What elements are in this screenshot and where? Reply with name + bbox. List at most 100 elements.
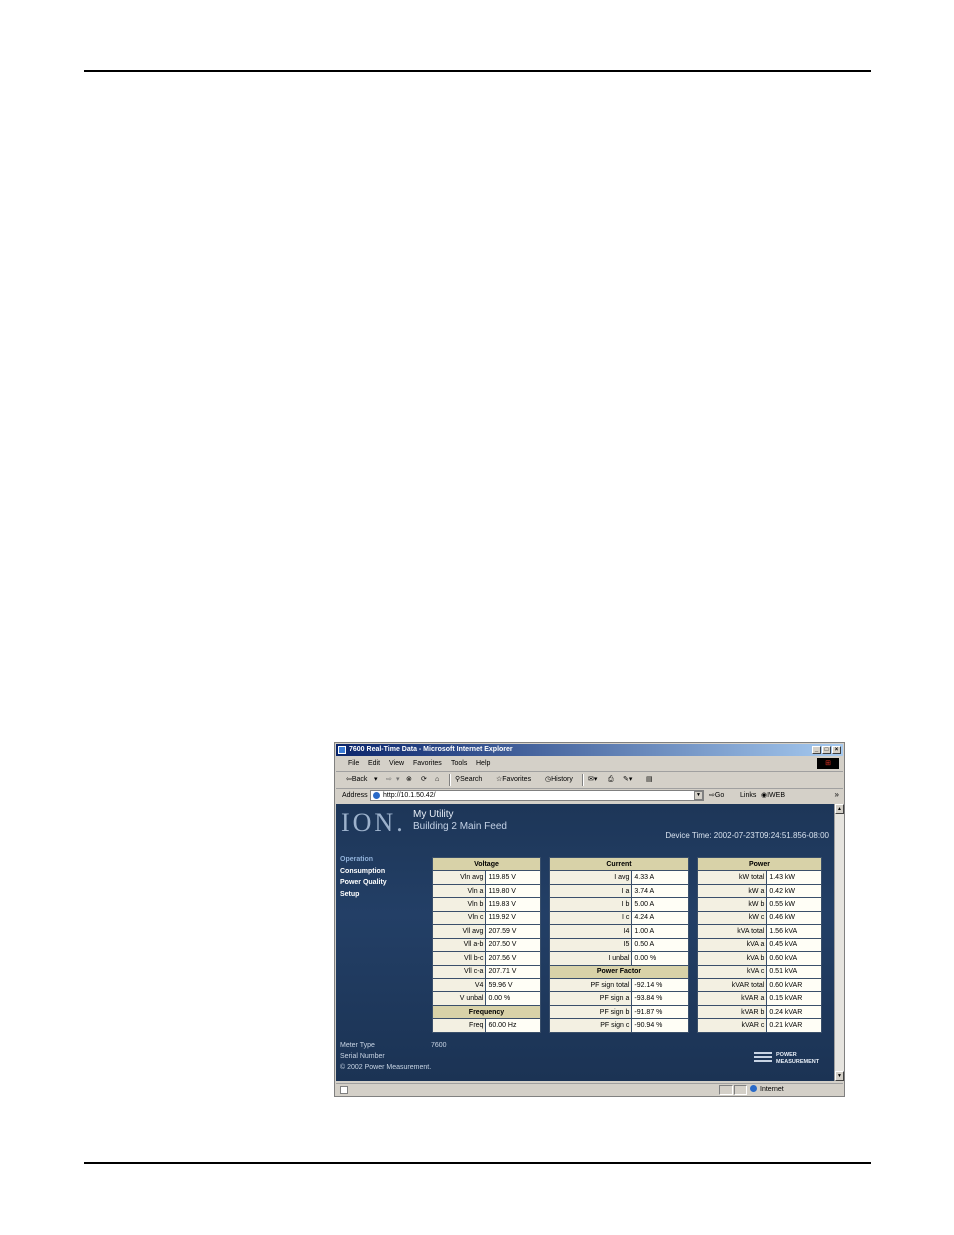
row-label: PF sign b bbox=[548, 1004, 633, 1020]
address-dropdown-icon[interactable]: ▼ bbox=[694, 791, 703, 800]
history-button[interactable]: ◷History bbox=[545, 775, 573, 785]
edit-icon[interactable]: ✎▾ bbox=[623, 775, 632, 785]
row-value: 0.00 % bbox=[485, 991, 541, 1006]
row-value: 207.59 V bbox=[485, 924, 541, 939]
forward-dropdown-icon[interactable]: ▾ bbox=[396, 775, 400, 785]
row-value: 207.50 V bbox=[485, 937, 541, 953]
row-value: 0.60 kVA bbox=[766, 951, 822, 966]
table-row: I avg 4.33 A bbox=[548, 870, 689, 885]
nav-setup[interactable]: Setup bbox=[340, 889, 387, 901]
vertical-scrollbar[interactable]: ▲ ▼ bbox=[834, 804, 844, 1081]
nav-power-quality[interactable]: Power Quality bbox=[340, 877, 387, 889]
page-title: My Utility bbox=[413, 809, 454, 820]
favorites-button[interactable]: ☆Favorites bbox=[496, 775, 531, 785]
title-bar: 7600 Real-Time Data - Microsoft Internet… bbox=[336, 744, 843, 756]
row-value: 207.56 V bbox=[485, 951, 541, 966]
page-top-rule bbox=[84, 70, 871, 72]
toolbar-separator bbox=[582, 774, 584, 786]
mail-icon[interactable]: ✉▾ bbox=[588, 775, 597, 785]
row-label: I unbal bbox=[548, 951, 633, 966]
refresh-icon[interactable]: ⟳ bbox=[421, 775, 427, 785]
row-value: 59.96 V bbox=[485, 977, 541, 993]
frequency-header: Frequency bbox=[432, 1004, 541, 1020]
table-row: PF sign b -91.87 % bbox=[548, 1004, 689, 1020]
page-subtitle: Building 2 Main Feed bbox=[413, 821, 507, 832]
table-row: I b 5.00 A bbox=[548, 897, 689, 912]
row-value: 1.43 kW bbox=[766, 870, 822, 885]
row-label: PF sign total bbox=[548, 977, 633, 993]
back-dropdown-icon[interactable]: ▾ bbox=[374, 775, 378, 785]
page-content: ION. My Utility Building 2 Main Feed Dev… bbox=[336, 804, 834, 1081]
row-value: 119.92 V bbox=[485, 910, 541, 926]
internet-zone-icon bbox=[750, 1085, 757, 1092]
table-row: kVAR c 0.21 kVAR bbox=[696, 1018, 822, 1033]
address-input[interactable]: http://10.1.50.42/ bbox=[370, 790, 704, 801]
voltage-header: Voltage bbox=[432, 856, 541, 872]
menu-tools[interactable]: Tools bbox=[451, 759, 467, 769]
table-row: Vll c-a 207.71 V bbox=[431, 964, 541, 979]
go-button[interactable]: ⇨Go bbox=[709, 791, 724, 801]
row-label: Vll b-c bbox=[431, 951, 487, 966]
row-label: PF sign c bbox=[548, 1018, 633, 1033]
nav-operation[interactable]: Operation bbox=[340, 854, 387, 866]
page-status-icon bbox=[340, 1086, 348, 1094]
row-value: 0.51 kVA bbox=[766, 964, 822, 979]
row-label: kVAR total bbox=[696, 977, 768, 993]
table-row: PF sign c -90.94 % bbox=[548, 1018, 689, 1033]
forward-button[interactable]: ⇨ bbox=[386, 775, 392, 785]
table-row: Vll a-b 207.50 V bbox=[431, 937, 541, 953]
scroll-up-icon[interactable]: ▲ bbox=[835, 804, 844, 814]
left-nav: Operation Consumption Power Quality Setu… bbox=[340, 854, 387, 900]
zone-label: Internet bbox=[760, 1086, 784, 1093]
back-button[interactable]: ⇦Back bbox=[346, 775, 367, 785]
table-row: kVAR b 0.24 kVAR bbox=[696, 1004, 822, 1020]
table-row: kW b 0.55 kW bbox=[696, 897, 822, 912]
browser-window: 7600 Real-Time Data - Microsoft Internet… bbox=[334, 742, 845, 1097]
menu-bar: File Edit View Favorites Tools Help ⊞ bbox=[336, 757, 843, 772]
current-table: Current I avg 4.33 A I a 3.74 A I b 5.00 A … bbox=[548, 856, 689, 1033]
home-icon[interactable]: ⌂ bbox=[435, 775, 439, 785]
row-label: kVAR a bbox=[696, 991, 768, 1006]
row-value: 5.00 A bbox=[631, 897, 689, 912]
menu-favorites[interactable]: Favorites bbox=[413, 759, 442, 769]
table-row: Vln a 119.80 V bbox=[431, 883, 541, 899]
device-time: Device Time: 2002-07-23T09:24:51.856-08:… bbox=[665, 831, 829, 840]
row-label: kVA b bbox=[696, 951, 768, 966]
page-icon bbox=[373, 792, 380, 799]
favorites-label: Favorites bbox=[502, 776, 532, 783]
links-label: Links bbox=[740, 792, 757, 799]
discuss-icon[interactable]: ▤ bbox=[646, 775, 653, 785]
link-iweb[interactable]: ◉IWEB bbox=[761, 791, 785, 801]
menu-view[interactable]: View bbox=[389, 759, 404, 769]
print-icon[interactable]: ⎙ bbox=[608, 775, 614, 785]
table-row: PF sign a -93.84 % bbox=[548, 991, 689, 1006]
menu-edit[interactable]: Edit bbox=[368, 759, 380, 769]
table-row: Vln avg 119.85 V bbox=[431, 870, 541, 885]
search-button[interactable]: ⚲Search bbox=[455, 775, 482, 785]
meter-type-label: Meter Type bbox=[340, 1042, 375, 1049]
close-button[interactable]: × bbox=[832, 746, 841, 754]
table-row: kW total 1.43 kW bbox=[696, 870, 822, 885]
table-row: Vll b-c 207.56 V bbox=[431, 951, 541, 966]
status-panel bbox=[734, 1085, 747, 1095]
row-value: 1.56 kVA bbox=[766, 924, 822, 939]
search-label: Search bbox=[460, 776, 483, 783]
row-value: 0.00 % bbox=[631, 951, 689, 966]
history-label: History bbox=[551, 776, 573, 783]
row-label: kVA c bbox=[696, 964, 768, 979]
stop-icon[interactable]: ⊗ bbox=[406, 775, 412, 785]
nav-consumption[interactable]: Consumption bbox=[340, 866, 387, 878]
row-label: kW a bbox=[696, 883, 768, 899]
power-header: Power bbox=[697, 856, 822, 872]
row-value: 1.00 A bbox=[631, 924, 689, 939]
menu-file[interactable]: File bbox=[348, 759, 359, 769]
row-label: I c bbox=[548, 910, 633, 926]
menu-help[interactable]: Help bbox=[476, 759, 490, 769]
row-value: 0.55 kW bbox=[766, 897, 822, 912]
scroll-down-icon[interactable]: ▼ bbox=[835, 1071, 844, 1081]
minimize-button[interactable]: _ bbox=[812, 746, 821, 754]
row-label: Freq bbox=[431, 1018, 487, 1033]
row-label: I avg bbox=[548, 870, 633, 885]
maximize-button[interactable]: □ bbox=[822, 746, 831, 754]
more-links-icon[interactable]: » bbox=[835, 790, 839, 800]
